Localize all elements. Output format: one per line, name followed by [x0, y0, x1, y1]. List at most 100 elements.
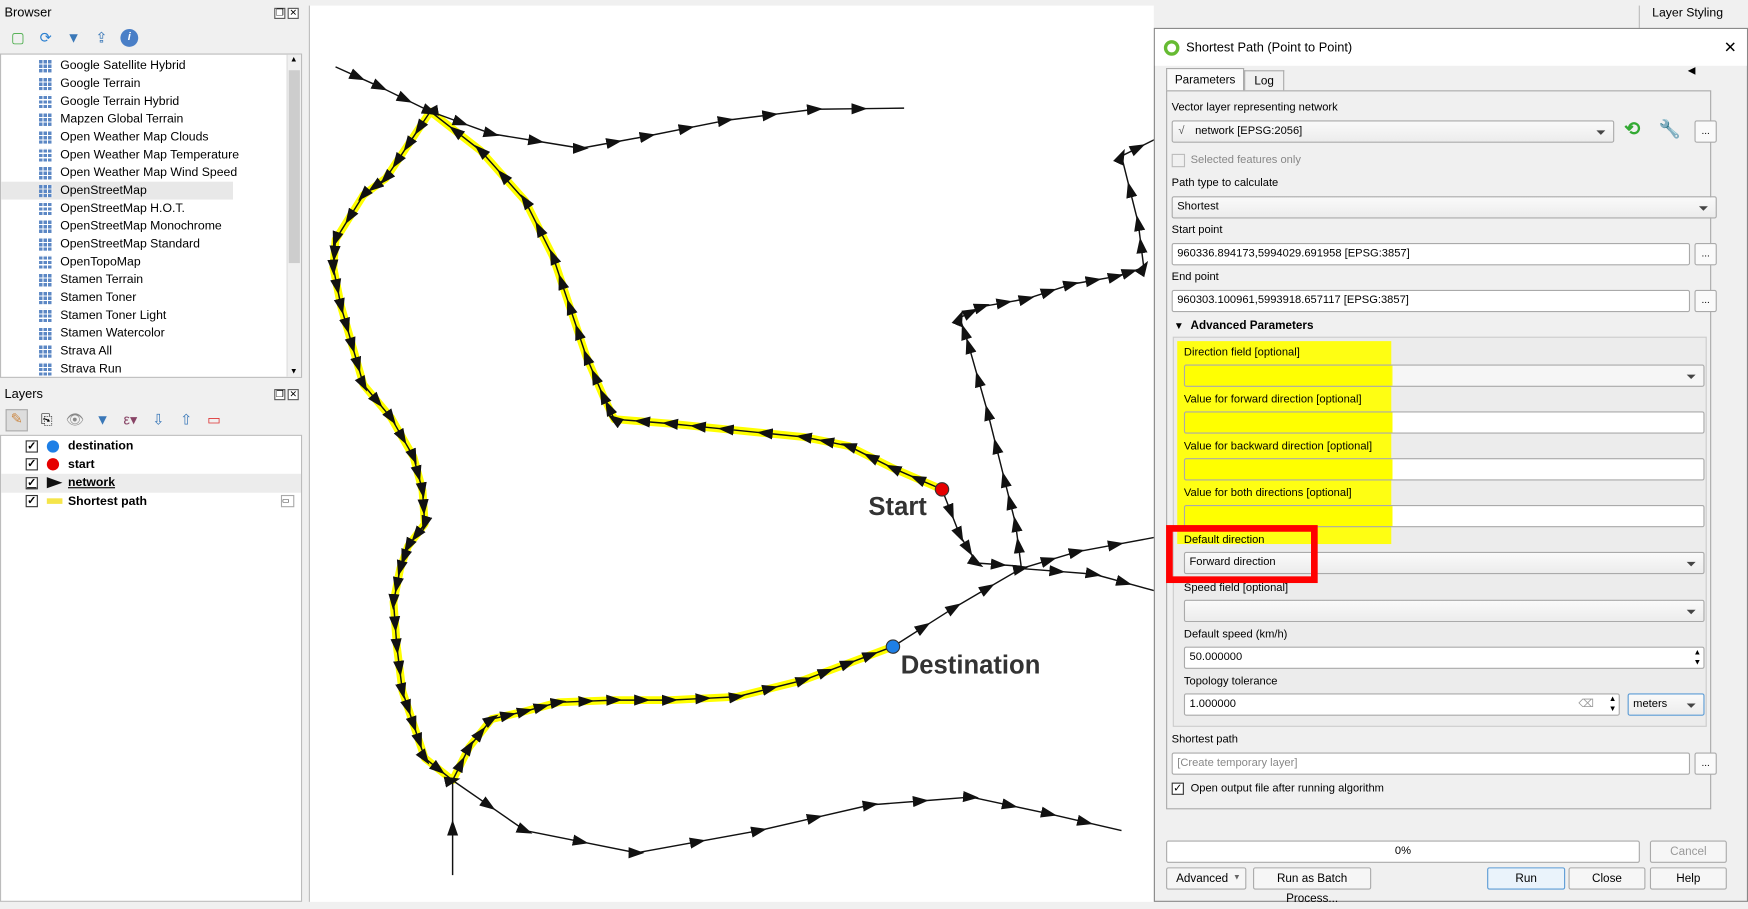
start-point[interactable]: [934, 482, 950, 497]
clear-icon[interactable]: ⌫: [1578, 695, 1594, 715]
xyz-tile-icon: [39, 59, 53, 73]
run-button[interactable]: Run: [1487, 867, 1566, 890]
forward-value-input[interactable]: [1183, 411, 1705, 434]
xyz-tile-icon: [39, 112, 53, 126]
browser-item-label: Mapzen Global Terrain: [60, 112, 184, 126]
browser-item[interactable]: Stamen Toner Light: [1, 307, 301, 325]
start-point-pick-button[interactable]: ...: [1694, 243, 1717, 266]
refresh-icon[interactable]: ⟳: [37, 29, 55, 47]
output-destination-input[interactable]: [Create temporary layer]: [1171, 752, 1691, 775]
layer-item-start[interactable]: ✓ start: [1, 455, 301, 473]
float-icon[interactable]: ❐: [274, 389, 286, 401]
layer-checkbox[interactable]: ✓: [25, 476, 38, 490]
browser-item[interactable]: Strava All: [1, 342, 301, 360]
browser-item-label: Stamen Watercolor: [60, 326, 165, 341]
browser-item[interactable]: OpenTopoMap: [1, 253, 301, 271]
browser-item[interactable]: Strava Run: [1, 360, 301, 377]
browser-item[interactable]: Open Weather Map Temperature: [1, 146, 301, 164]
network-edge: [1020, 536, 1156, 570]
layer-item-shortest-path[interactable]: ✓ Shortest path ▭: [1, 492, 301, 510]
filter-icon[interactable]: ▼: [65, 29, 83, 47]
xyz-tile-icon: [39, 201, 53, 216]
default-speed-input[interactable]: 50.000000 ▲ ▼: [1183, 646, 1705, 669]
browser-item[interactable]: Google Terrain Hybrid: [1, 93, 301, 111]
expression-filter-icon[interactable]: ε▾: [122, 411, 140, 429]
cancel-button[interactable]: Cancel: [1649, 840, 1727, 863]
network-layer-select[interactable]: √ network [EPSG:2056]: [1171, 120, 1615, 143]
remove-layer-icon[interactable]: ▭: [205, 411, 223, 429]
browser-item[interactable]: Mapzen Global Terrain: [1, 110, 301, 128]
backward-value-input[interactable]: [1183, 458, 1705, 481]
tab-parameters[interactable]: Parameters: [1166, 68, 1245, 92]
browser-item-label: OpenStreetMap H.O.T.: [60, 201, 185, 216]
browser-item[interactable]: Google Satellite Hybrid: [1, 57, 301, 75]
close-icon[interactable]: ✕: [287, 7, 299, 19]
network-lines: [327, 66, 1156, 876]
path-type-select[interactable]: Shortest: [1171, 196, 1717, 219]
browser-item[interactable]: Stamen Terrain: [1, 271, 301, 289]
browser-scrollbar[interactable]: ▲ ▼: [286, 54, 301, 377]
collapse-all-icon[interactable]: ⇧: [177, 411, 195, 429]
dialog-title: Shortest Path (Point to Point): [1186, 40, 1353, 55]
selected-only-checkbox[interactable]: [1171, 153, 1186, 168]
close-dialog-icon[interactable]: ✕: [1724, 38, 1737, 57]
layer-item-network[interactable]: ✓ network: [1, 473, 301, 493]
spin-arrows-icon[interactable]: ▲ ▼: [1609, 695, 1617, 715]
browser-item[interactable]: Google Terrain: [1, 75, 301, 93]
advanced-parameters-toggle[interactable]: ▼ Advanced Parameters: [1174, 319, 1314, 332]
browser-item[interactable]: Stamen Toner: [1, 289, 301, 307]
speed-field-select[interactable]: [1183, 599, 1705, 623]
layer-checkbox[interactable]: ✓: [25, 440, 38, 453]
xyz-tile-icon: [39, 273, 53, 287]
tolerance-input[interactable]: 1.000000 ⌫ ▲ ▼: [1183, 693, 1620, 716]
collapse-all-icon[interactable]: ⇪: [93, 29, 111, 47]
layer-item-destination[interactable]: ✓ destination: [1, 437, 301, 455]
float-icon[interactable]: ❐: [274, 7, 286, 19]
advanced-button[interactable]: Advanced ▼: [1166, 867, 1247, 890]
browser-item[interactable]: OpenStreetMap: [1, 181, 233, 200]
layer-styling-tab[interactable]: Layer Styling: [1638, 5, 1748, 31]
network-options-button[interactable]: ...: [1694, 120, 1717, 143]
browser-item[interactable]: OpenStreetMap H.O.T.: [1, 200, 301, 218]
tolerance-unit-select[interactable]: meters: [1627, 693, 1705, 716]
browser-item[interactable]: OpenStreetMap Monochrome: [1, 217, 301, 235]
run-batch-button[interactable]: Run as Batch Process...: [1253, 867, 1372, 905]
add-group-icon[interactable]: ⎘: [38, 411, 56, 429]
browser-item[interactable]: Open Weather Map Clouds: [1, 128, 301, 146]
style-manager-icon[interactable]: ✎: [5, 409, 28, 432]
output-options-button[interactable]: ...: [1694, 752, 1717, 775]
info-icon[interactable]: i: [120, 28, 139, 47]
browser-item[interactable]: Open Weather Map Wind Speed: [1, 164, 301, 182]
iterate-icon[interactable]: ⟲: [1624, 118, 1640, 140]
browser-item[interactable]: Stamen Watercolor: [1, 324, 301, 342]
close-button[interactable]: Close: [1568, 867, 1646, 890]
end-point-input[interactable]: 960303.100961,5993918.657117 [EPSG:3857]: [1171, 289, 1691, 313]
network-edge: [892, 564, 1156, 648]
layer-checkbox[interactable]: ✓: [25, 495, 38, 508]
map-canvas[interactable]: Start Destination: [308, 5, 1156, 902]
end-point-label: End point: [1171, 270, 1219, 284]
layer-checkbox[interactable]: ✓: [25, 458, 38, 471]
temporary-layer-icon[interactable]: ▭: [280, 494, 295, 507]
help-button[interactable]: Help: [1649, 867, 1727, 890]
direction-field-label: Direction field [optional]: [1183, 346, 1300, 359]
spin-arrows-icon[interactable]: ▲ ▼: [1693, 648, 1701, 668]
browser-item[interactable]: OpenStreetMap Standard: [1, 235, 301, 253]
expand-all-icon[interactable]: ⇩: [149, 411, 167, 429]
open-output-checkbox[interactable]: ✓: [1171, 782, 1184, 795]
close-icon[interactable]: ✕: [287, 389, 299, 401]
filter-legend-icon[interactable]: ▼: [94, 411, 112, 429]
add-selected-icon[interactable]: ▢: [9, 29, 27, 47]
scrollbar-thumb[interactable]: [288, 70, 300, 264]
direction-field-select[interactable]: [1183, 364, 1705, 387]
destination-point[interactable]: [885, 639, 901, 654]
wrench-icon[interactable]: 🔧: [1659, 118, 1681, 140]
shortest-path-dialog: Shortest Path (Point to Point) ✕ ◀ Param…: [1153, 27, 1748, 905]
tab-log[interactable]: Log: [1244, 70, 1285, 92]
collapse-help-icon[interactable]: ◀: [1688, 65, 1696, 77]
both-value-input[interactable]: [1183, 505, 1705, 528]
collapse-triangle-icon: ▼: [1173, 319, 1184, 332]
visibility-icon[interactable]: 👁: [66, 411, 84, 429]
start-point-input[interactable]: 960336.894173,5994029.691958 [EPSG:3857]: [1171, 243, 1691, 266]
end-point-pick-button[interactable]: ...: [1694, 289, 1717, 313]
